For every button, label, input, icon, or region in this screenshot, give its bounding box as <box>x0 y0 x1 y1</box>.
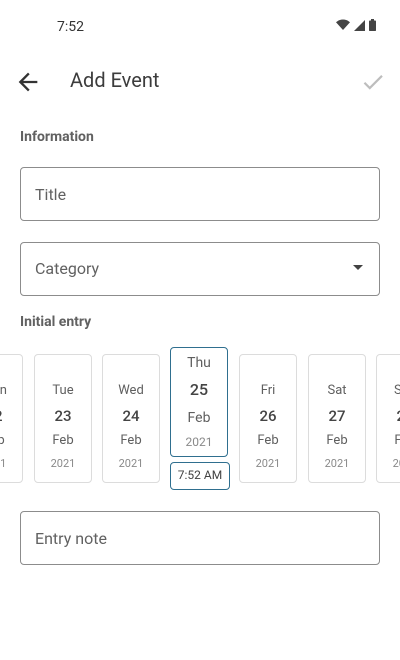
day-card-fri[interactable]: Fri 26 Feb 2021 <box>239 354 297 483</box>
arrow-back-icon <box>18 72 38 92</box>
day-of-week: Thu <box>187 355 211 371</box>
title-field[interactable] <box>20 167 380 221</box>
entry-note-input[interactable] <box>35 512 355 564</box>
status-bar: 7:52 <box>0 0 400 56</box>
day-selector[interactable]: Mon 22 Feb 2021 Tue 23 Feb 2021 Wed 24 F… <box>0 340 400 500</box>
entry-note-field[interactable] <box>20 511 380 565</box>
cellular-signal-icon <box>354 20 365 31</box>
category-select-value: Category <box>35 259 100 278</box>
day-month: Feb <box>257 433 279 448</box>
day-year: 2021 <box>0 457 7 470</box>
day-month: Feb <box>394 433 400 448</box>
day-number: 25 <box>189 380 209 399</box>
day-of-week: Mon <box>0 383 7 398</box>
day-month: Feb <box>52 433 74 448</box>
save-button[interactable] <box>360 69 386 95</box>
day-of-week: Fri <box>260 383 276 398</box>
day-number: 28 <box>377 407 400 425</box>
day-of-week: Sun <box>393 383 400 398</box>
day-card-mon[interactable]: Mon 22 Feb 2021 <box>0 354 23 483</box>
app-bar: Add Event <box>0 56 400 108</box>
title-input[interactable] <box>35 168 355 220</box>
day-year: 2021 <box>392 457 400 470</box>
day-of-week: Sat <box>327 383 347 398</box>
day-card-sun[interactable]: Sun 28 Feb 2021 <box>376 354 400 483</box>
initial-entry-section-label: Initial entry <box>20 314 92 330</box>
day-number: 23 <box>54 407 72 425</box>
day-card-thu-selected[interactable]: Thu 25 Feb 2021 <box>170 347 228 457</box>
day-year: 2021 <box>50 457 76 470</box>
day-of-week: Wed <box>118 383 144 398</box>
day-month: Feb <box>0 433 5 448</box>
battery-icon <box>369 19 376 31</box>
day-month: Feb <box>120 433 142 448</box>
day-card-sat[interactable]: Sat 27 Feb 2021 <box>308 354 366 483</box>
back-button[interactable] <box>14 68 42 96</box>
check-icon <box>363 75 383 90</box>
day-number: 22 <box>0 407 22 425</box>
status-icons <box>336 19 376 31</box>
day-month: Feb <box>326 433 348 448</box>
day-card-tue[interactable]: Tue 23 Feb 2021 <box>34 354 92 483</box>
information-section-label: Information <box>20 129 94 145</box>
wifi-icon <box>336 19 350 30</box>
day-year: 2021 <box>324 457 350 470</box>
time-picker-chip[interactable]: 7:52 AM <box>170 462 230 490</box>
dropdown-arrow-icon <box>353 265 363 270</box>
day-year: 2021 <box>185 435 213 449</box>
day-year: 2021 <box>118 457 144 470</box>
page-title: Add Event <box>70 68 160 92</box>
day-year: 2021 <box>255 457 281 470</box>
category-select[interactable]: Category <box>20 242 380 296</box>
day-number: 26 <box>259 407 277 425</box>
day-of-week: Tue <box>52 383 74 398</box>
day-number: 24 <box>122 407 140 425</box>
day-number: 27 <box>328 407 346 425</box>
day-card-wed[interactable]: Wed 24 Feb 2021 <box>102 354 160 483</box>
status-time: 7:52 <box>57 19 84 35</box>
day-month: Feb <box>187 410 211 426</box>
